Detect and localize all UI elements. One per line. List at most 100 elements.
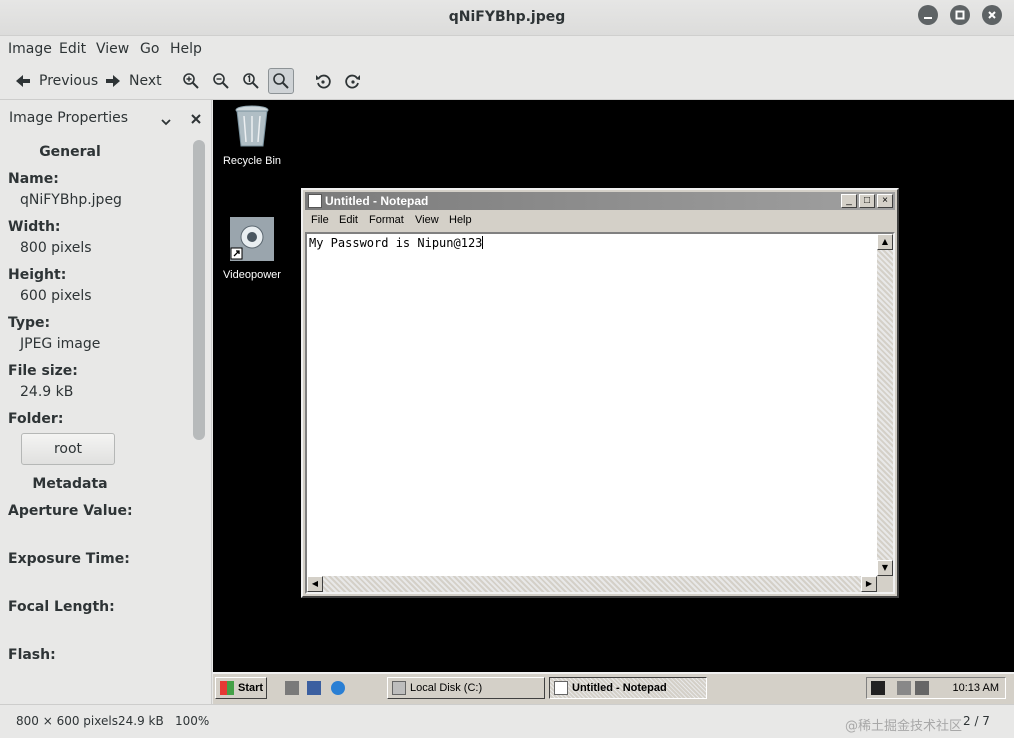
- zoom-out-button[interactable]: [208, 68, 234, 94]
- filesize-label: File size:: [8, 363, 78, 379]
- notepad-vertical-scrollbar[interactable]: ▲ ▼: [877, 234, 893, 576]
- zoom-out-icon: [213, 73, 229, 89]
- type-label: Type:: [8, 315, 51, 331]
- menu-edit[interactable]: Edit: [59, 41, 86, 57]
- metadata-heading: Metadata: [32, 476, 108, 492]
- show-desktop-icon[interactable]: [285, 681, 299, 695]
- minimize-button[interactable]: [918, 5, 938, 25]
- taskbar-local-disk-label: Local Disk (C:): [410, 682, 483, 694]
- minimize-icon: [924, 17, 932, 19]
- notepad-menu-help[interactable]: Help: [449, 214, 472, 226]
- status-zoom: 100%: [175, 714, 210, 728]
- watermark: @稀土掘金技术社区: [845, 719, 963, 734]
- text-caret: [482, 236, 484, 249]
- menu-image[interactable]: Image: [8, 41, 52, 57]
- image-viewport[interactable]: Recycle Bin Videopower Untitled - Notepa…: [213, 100, 1014, 704]
- notepad-close-button[interactable]: ×: [877, 194, 893, 208]
- notepad-menu-view[interactable]: View: [415, 214, 439, 226]
- exposure-label: Exposure Time:: [8, 551, 130, 567]
- aperture-label: Aperture Value:: [8, 503, 133, 519]
- filesize-value: 24.9 kB: [20, 384, 74, 400]
- previous-label: Previous: [39, 73, 99, 89]
- rotate-left-icon: [316, 74, 331, 89]
- notepad-icon: [308, 194, 322, 208]
- volume-icon[interactable]: [915, 681, 929, 695]
- notepad-minimize-button[interactable]: _: [841, 194, 857, 208]
- flash-label: Flash:: [8, 647, 56, 663]
- clock[interactable]: 10:13 AM: [953, 682, 999, 694]
- notepad-text-area[interactable]: My Password is Nipun@123 ▲ ▼ ◀ ▶: [305, 232, 895, 594]
- notepad-window: Untitled - Notepad _ □ × File Edit Forma…: [301, 188, 899, 598]
- general-heading: General: [39, 144, 101, 160]
- properties-sidebar: Image Properties General Name: qNiFYBhp.…: [0, 100, 212, 704]
- zoom-fit-icon: [273, 73, 289, 89]
- notepad-menu-file[interactable]: File: [311, 214, 329, 226]
- folder-button[interactable]: root: [21, 433, 115, 465]
- notepad-menubar: File Edit Format View Help: [305, 212, 895, 230]
- notepad-menu-format[interactable]: Format: [369, 214, 404, 226]
- taskbar-local-disk[interactable]: Local Disk (C:): [387, 677, 545, 699]
- zoom-normal-button[interactable]: [238, 68, 264, 94]
- taskbar-notepad-label: Untitled - Notepad: [572, 682, 667, 694]
- arrow-left-icon: [16, 75, 30, 87]
- menu-view[interactable]: View: [96, 41, 129, 57]
- scroll-right-icon[interactable]: ▶: [861, 576, 877, 592]
- next-button[interactable]: Next: [104, 68, 162, 94]
- sidebar-header: Image Properties: [0, 100, 212, 134]
- videopower-shortcut: Videopower: [217, 216, 287, 281]
- internet-explorer-icon[interactable]: [331, 681, 345, 695]
- name-label: Name:: [8, 171, 59, 187]
- console-icon[interactable]: [307, 681, 321, 695]
- windows-logo-icon: [220, 681, 234, 695]
- recycle-bin-label: Recycle Bin: [222, 155, 282, 167]
- scroll-up-icon[interactable]: ▲: [877, 234, 893, 250]
- chevron-down-icon[interactable]: [160, 112, 172, 131]
- height-value: 600 pixels: [20, 288, 92, 304]
- previous-button[interactable]: Previous: [14, 68, 98, 94]
- rotate-right-button[interactable]: [340, 68, 366, 94]
- notepad-content: My Password is Nipun@123: [309, 236, 483, 250]
- start-label: Start: [238, 682, 264, 694]
- zoom-in-button[interactable]: [178, 68, 204, 94]
- resize-grip[interactable]: [877, 576, 893, 592]
- notepad-menu-edit[interactable]: Edit: [339, 214, 358, 226]
- drive-icon: [392, 681, 406, 695]
- width-label: Width:: [8, 219, 61, 235]
- maximize-button[interactable]: [950, 5, 970, 25]
- name-value: qNiFYBhp.jpeg: [20, 192, 122, 208]
- notepad-horizontal-scrollbar[interactable]: ◀ ▶: [307, 576, 877, 592]
- notepad-task-icon: [554, 681, 568, 695]
- width-value: 800 pixels: [20, 240, 92, 256]
- notepad-titlebar: Untitled - Notepad _ □ ×: [305, 192, 895, 210]
- webcam-icon: [230, 217, 274, 261]
- zoom-fit-button[interactable]: [268, 68, 294, 94]
- status-dimensions: 800 × 600 pixels: [16, 714, 118, 728]
- sidebar-close-icon[interactable]: [190, 110, 202, 129]
- recycle-bin-icon: [235, 105, 269, 147]
- keyboard-icon[interactable]: [871, 681, 885, 695]
- taskbar-notepad[interactable]: Untitled - Notepad: [549, 677, 707, 699]
- rotate-left-button[interactable]: [310, 68, 336, 94]
- windows-taskbar: Start Local Disk (C:) Untitled - Notepad…: [213, 672, 1014, 704]
- maximize-icon: [955, 10, 965, 20]
- scroll-left-icon[interactable]: ◀: [307, 576, 323, 592]
- close-icon: [988, 11, 996, 19]
- window-title: qNiFYBhp.jpeg: [448, 9, 566, 25]
- height-label: Height:: [8, 267, 67, 283]
- window-titlebar: qNiFYBhp.jpeg: [0, 0, 1014, 36]
- scroll-down-icon[interactable]: ▼: [877, 560, 893, 576]
- sidebar-scrollbar[interactable]: [193, 140, 205, 440]
- menu-help[interactable]: Help: [170, 41, 202, 57]
- network-icon[interactable]: [897, 681, 911, 695]
- start-button[interactable]: Start: [215, 677, 267, 699]
- sidebar-title: Image Properties: [9, 110, 129, 126]
- arrow-right-icon: [106, 75, 120, 87]
- focal-length-label: Focal Length:: [8, 599, 115, 615]
- menu-go[interactable]: Go: [140, 41, 159, 57]
- status-size: 24.9 kB: [118, 714, 164, 728]
- videopower-label: Videopower: [223, 269, 281, 281]
- next-label: Next: [129, 73, 162, 89]
- notepad-maximize-button[interactable]: □: [859, 194, 875, 208]
- close-button[interactable]: [982, 5, 1002, 25]
- zoom-in-icon: [183, 73, 199, 89]
